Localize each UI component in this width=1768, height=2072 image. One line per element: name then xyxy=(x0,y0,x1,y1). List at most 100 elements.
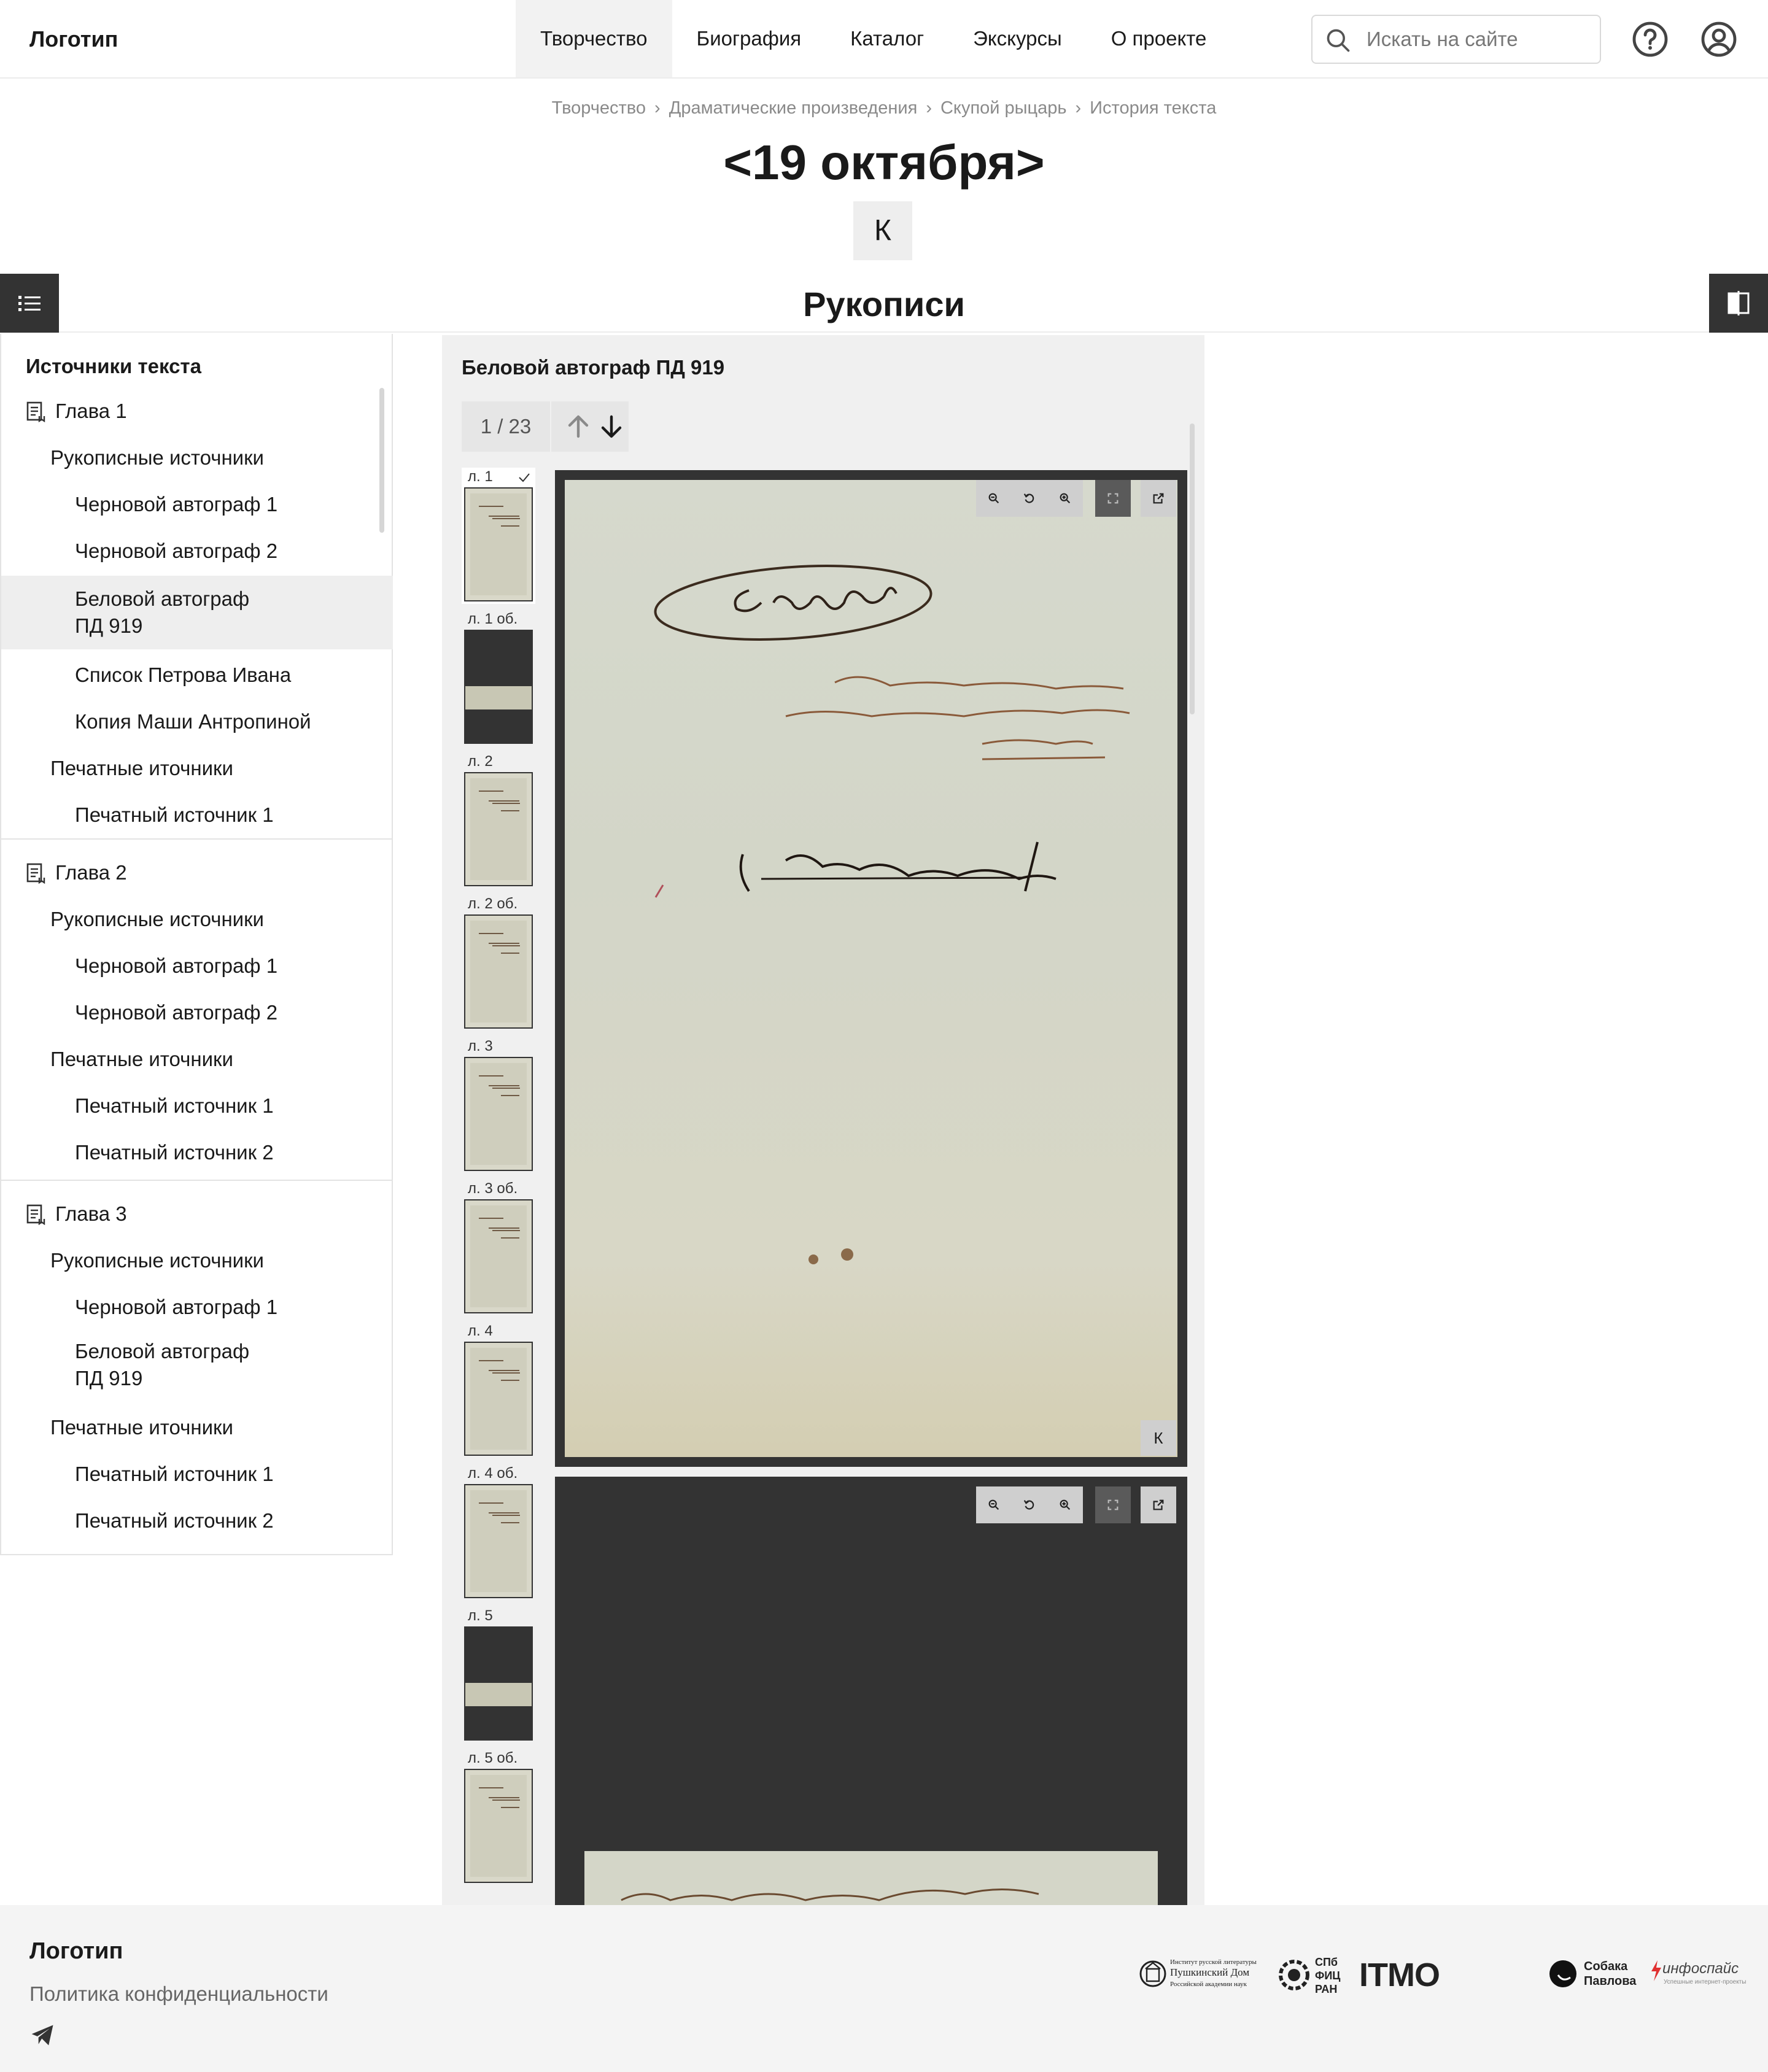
page-thumbnail[interactable]: л. 5 об. xyxy=(462,1749,535,1885)
page-thumbnail[interactable]: л. 2 xyxy=(462,752,535,889)
source-item[interactable]: Черновой автограф 1 xyxy=(1,950,393,982)
page-thumbnail[interactable]: л. 5 xyxy=(462,1607,535,1743)
source-title: Печатный источник 1 xyxy=(75,1463,274,1485)
open-external-icon[interactable] xyxy=(1141,480,1176,517)
rotate-icon[interactable] xyxy=(1012,1486,1047,1523)
main-nav: Творчество Биография Каталог Экскурсы О … xyxy=(516,0,1231,77)
page-thumbnail[interactable]: л. 2 об. xyxy=(462,895,535,1031)
nav-item-creativity[interactable]: Творчество xyxy=(516,0,672,77)
group-item[interactable]: Печатные иточники xyxy=(1,1043,393,1075)
fullscreen-icon[interactable] xyxy=(1095,1486,1131,1523)
source-item[interactable]: Беловой автограф ПД 919 xyxy=(1,1334,393,1396)
page-toolbar xyxy=(976,1486,1083,1523)
account-icon[interactable] xyxy=(1699,20,1739,59)
source-item[interactable]: Печатный источник 2 xyxy=(1,1137,393,1169)
thumbnail-image xyxy=(464,630,533,744)
page-k-button[interactable]: К xyxy=(1141,1420,1176,1456)
thumbnail-image xyxy=(464,1769,533,1883)
partner-sobaka-pavlova[interactable]: Собака Павлова xyxy=(1548,1957,1636,1993)
source-item[interactable]: Копия Маши Антропиной xyxy=(1,706,393,738)
breadcrumb-item[interactable]: Скупой рыцарь xyxy=(940,98,1067,118)
open-external-icon[interactable] xyxy=(1141,1486,1176,1523)
nav-item-about[interactable]: О проекте xyxy=(1087,0,1231,77)
nav-item-biography[interactable]: Биография xyxy=(672,0,826,77)
toc-toggle-button[interactable] xyxy=(0,274,59,333)
source-item[interactable]: Печатный источник 2 xyxy=(1,1505,393,1537)
zoom-in-icon[interactable] xyxy=(1047,480,1083,517)
chapter-title: Глава 3 xyxy=(55,1202,127,1225)
nav-item-excursions[interactable]: Экскурсы xyxy=(948,0,1087,77)
group-item[interactable]: Печатные иточники xyxy=(1,1412,393,1444)
thumbnail-label: л. 3 об. xyxy=(468,1180,518,1197)
source-title: Черновой автограф 2 xyxy=(75,539,278,562)
page-thumbnail[interactable]: л. 3 xyxy=(462,1037,535,1173)
search-input[interactable] xyxy=(1367,25,1588,54)
source-item[interactable]: Черновой автограф 2 xyxy=(1,535,393,567)
group-item[interactable]: Рукописные источники xyxy=(1,903,393,935)
breadcrumb-item[interactable]: Драматические произведения xyxy=(669,98,918,118)
lightning-icon xyxy=(1651,1960,1661,1981)
breadcrumb-item[interactable]: Творчество xyxy=(552,98,646,118)
partner-itmo[interactable]: ITMO xyxy=(1359,1955,1457,1995)
zoom-out-icon[interactable] xyxy=(976,1486,1012,1523)
partner-text: Институт русской литературы xyxy=(1170,1958,1257,1966)
group-item[interactable]: Рукописные источники xyxy=(1,1245,393,1277)
nav-item-catalog[interactable]: Каталог xyxy=(826,0,948,77)
thumbnail-image xyxy=(464,772,533,886)
breadcrumb-item[interactable]: История текста xyxy=(1090,98,1216,118)
zoom-out-icon[interactable] xyxy=(976,480,1012,517)
page-thumbnail[interactable]: л. 4 об. xyxy=(462,1464,535,1601)
chevron-right-icon: › xyxy=(1075,98,1082,118)
source-item-selected[interactable]: Беловой автограф ПД 919 xyxy=(1,576,393,649)
partner-pushkin-house[interactable]: Институт русской литературы Пушкинский Д… xyxy=(1139,1955,1262,1995)
source-item[interactable]: Печатный источник 1 xyxy=(1,799,393,831)
k-button[interactable]: К xyxy=(853,201,912,260)
chapter-item[interactable]: Глава 1 xyxy=(1,395,393,427)
group-item[interactable]: Печатные иточники xyxy=(1,752,393,784)
thumbnail-label: л. 1 об. xyxy=(468,611,518,627)
help-icon[interactable] xyxy=(1630,20,1670,59)
search-box[interactable] xyxy=(1311,15,1601,64)
sidebar-heading: Источники текста xyxy=(26,355,201,377)
page-thumbnail[interactable]: л. 4 xyxy=(462,1322,535,1458)
source-item[interactable]: Черновой автограф 1 xyxy=(1,489,393,520)
source-item[interactable]: Печатный источник 1 xyxy=(1,1458,393,1490)
compare-toggle-button[interactable] xyxy=(1709,274,1768,333)
partner-text: ФИЦ xyxy=(1315,1970,1341,1982)
page-thumbnail[interactable]: л. 1 об. xyxy=(462,610,535,746)
footer-logo[interactable]: Логотип xyxy=(29,1936,123,1966)
manuscript-viewer: Беловой автограф ПД 919 1 / 23 л. 1 л. 1 … xyxy=(442,335,1204,1906)
chapter-title: Глава 1 xyxy=(55,400,127,422)
page-toolbar xyxy=(976,480,1083,517)
zoom-in-icon[interactable] xyxy=(1047,1486,1083,1523)
telegram-icon[interactable] xyxy=(29,2022,56,2049)
source-item[interactable]: Черновой автограф 1 xyxy=(1,1291,393,1323)
rotate-icon[interactable] xyxy=(1012,480,1047,517)
source-item[interactable]: Черновой автограф 2 xyxy=(1,997,393,1029)
source-item[interactable]: Печатный источник 1 xyxy=(1,1090,393,1122)
page-thumbnail[interactable]: л. 3 об. xyxy=(462,1180,535,1316)
arrow-down-icon[interactable] xyxy=(597,412,626,441)
partner-infospace[interactable]: инфоспайс Успешные интернет-проекты xyxy=(1651,1957,1746,1993)
manuscript-image[interactable] xyxy=(565,480,1177,1457)
partner-spb-ran[interactable]: СПб ФИЦ РАН xyxy=(1278,1954,1346,1996)
partner-text: Российской академии наук xyxy=(1170,1981,1247,1988)
logo[interactable]: Логотип xyxy=(29,25,118,54)
section-title: Рукописи xyxy=(803,285,965,323)
source-title: Печатный источник 1 xyxy=(75,1094,274,1117)
pushkin-house-emblem-icon xyxy=(1139,1960,1166,1987)
arrow-up-icon[interactable] xyxy=(564,412,593,441)
group-item[interactable]: Рукописные источники xyxy=(1,442,393,474)
source-title: Печатный источник 2 xyxy=(75,1141,274,1164)
group-title: Печатные иточники xyxy=(50,1416,233,1439)
thumbnail-image xyxy=(464,914,533,1029)
chapter-item[interactable]: Глава 3 xyxy=(1,1198,393,1230)
source-item[interactable]: Список Петрова Ивана xyxy=(1,659,393,691)
viewer-scrollbar[interactable] xyxy=(1190,423,1195,714)
privacy-link[interactable]: Политика конфиденциальности xyxy=(29,1980,328,2008)
chapter-item[interactable]: Глава 2 xyxy=(1,857,393,889)
manuscript-image[interactable] xyxy=(584,1851,1158,1906)
thumbnail-label: л. 5 xyxy=(468,1607,493,1624)
fullscreen-icon[interactable] xyxy=(1095,480,1131,517)
page-thumbnail[interactable]: л. 1 xyxy=(462,468,535,604)
